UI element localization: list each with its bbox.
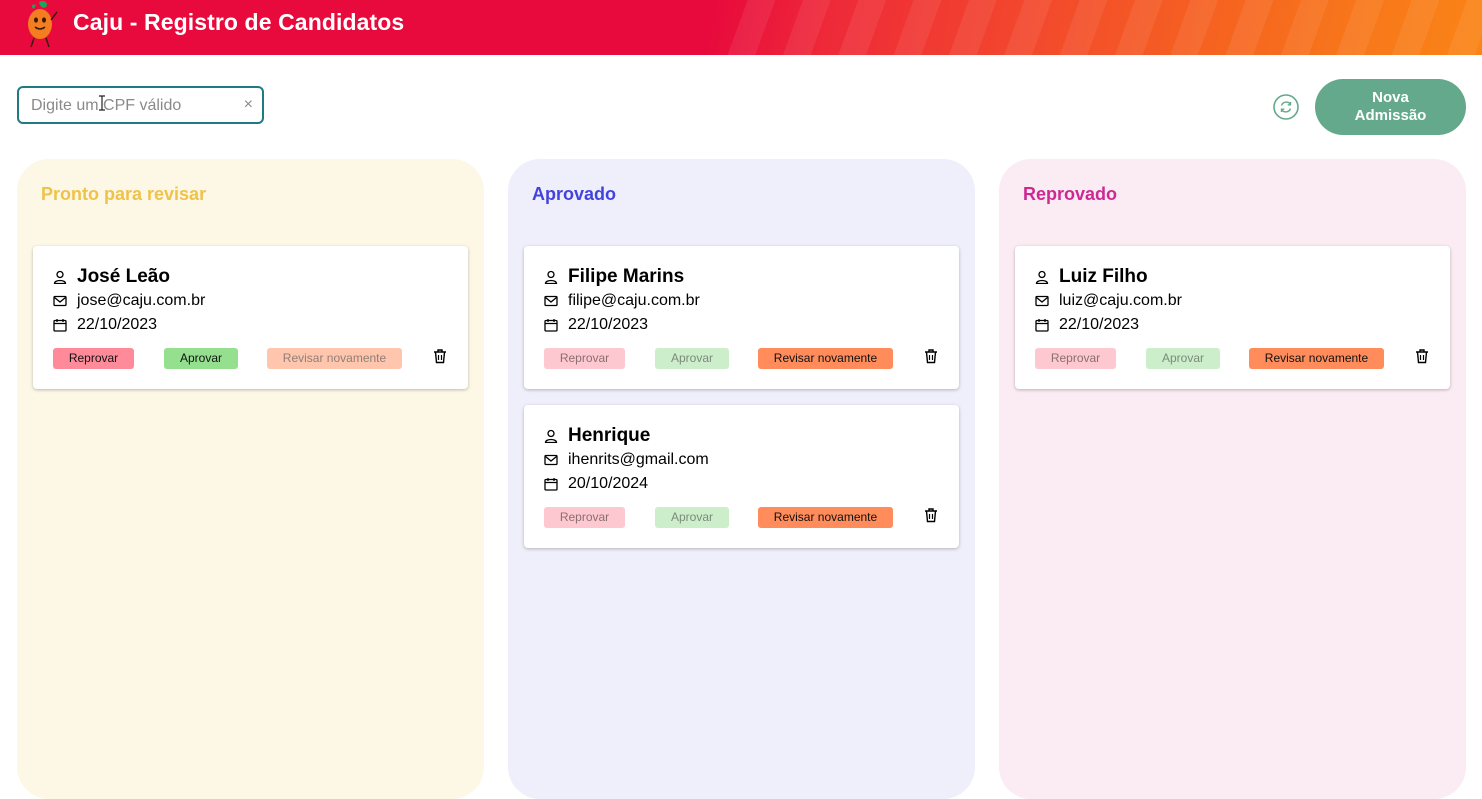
calendar-icon (1035, 319, 1049, 332)
candidate-date: 22/10/2023 (1059, 316, 1140, 333)
user-icon (1035, 270, 1049, 284)
candidate-email: jose@caju.com.br (77, 292, 206, 309)
candidate-date-row: 22/10/2023 (53, 316, 157, 334)
candidate-email: ihenrits@gmail.com (568, 451, 709, 468)
text-cursor-icon (99, 95, 105, 111)
user-icon (53, 270, 67, 284)
candidate-card: Luiz Filho luiz@caju.com.br 22/10/2023 R… (1015, 246, 1450, 389)
mail-icon (544, 454, 558, 466)
mail-icon (544, 295, 558, 307)
candidate-date-row: 22/10/2023 (1035, 316, 1139, 334)
candidate-date: 20/10/2024 (568, 475, 649, 492)
review-again-button[interactable]: Revisar novamente (758, 348, 893, 369)
column-title: Pronto para revisar (41, 184, 207, 204)
review-again-button[interactable]: Revisar novamente (758, 507, 893, 528)
candidate-email-row: luiz@caju.com.br (1035, 292, 1182, 310)
candidate-date: 22/10/2023 (568, 316, 649, 333)
clear-icon[interactable]: × (244, 95, 253, 115)
candidate-name-row: Luiz Filho (1035, 266, 1148, 288)
calendar-icon (544, 319, 558, 332)
candidate-name: Henrique (568, 425, 651, 446)
reject-button[interactable]: Reprovar (1035, 348, 1116, 369)
refresh-icon[interactable] (1273, 94, 1299, 120)
approve-button[interactable]: Aprovar (164, 348, 238, 369)
approve-button[interactable]: Aprovar (655, 348, 729, 369)
candidate-name: Filipe Marins (568, 266, 685, 287)
caju-mascot-icon (28, 0, 58, 48)
candidate-email-row: ihenrits@gmail.com (544, 451, 709, 469)
candidate-name: José Leão (77, 266, 170, 287)
candidate-card: José Leão jose@caju.com.br 22/10/2023 Re… (33, 246, 468, 389)
candidate-name: Luiz Filho (1059, 266, 1148, 287)
calendar-icon (544, 478, 558, 491)
candidate-date-row: 20/10/2024 (544, 475, 648, 493)
candidate-date: 22/10/2023 (77, 316, 158, 333)
review-again-button[interactable]: Revisar novamente (1249, 348, 1384, 369)
reject-button[interactable]: Reprovar (544, 348, 625, 369)
candidate-email: luiz@caju.com.br (1059, 292, 1182, 309)
user-icon (544, 270, 558, 284)
reject-button[interactable]: Reprovar (53, 348, 134, 369)
app-header: Caju - Registro de Candidatos (0, 0, 1482, 55)
column-ready-for-review: Pronto para revisar José Leão jose@caju.… (17, 159, 484, 799)
mail-icon (53, 295, 67, 307)
candidate-name-row: Henrique (544, 425, 650, 447)
calendar-icon (53, 319, 67, 332)
review-again-button[interactable]: Revisar novamente (267, 348, 402, 369)
new-admission-button[interactable]: Nova Admissão (1315, 79, 1466, 135)
candidate-name-row: Filipe Marins (544, 266, 684, 288)
cpf-search-field[interactable]: × (17, 86, 264, 124)
approve-button[interactable]: Aprovar (655, 507, 729, 528)
candidate-email-row: jose@caju.com.br (53, 292, 205, 310)
candidate-card: Filipe Marins filipe@caju.com.br 22/10/2… (524, 246, 959, 389)
user-icon (544, 429, 558, 443)
header-decoration (720, 0, 1482, 55)
reject-button[interactable]: Reprovar (544, 507, 625, 528)
approve-button[interactable]: Aprovar (1146, 348, 1220, 369)
column-title: Reprovado (1023, 184, 1118, 204)
candidate-email-row: filipe@caju.com.br (544, 292, 700, 310)
page-title: Caju - Registro de Candidatos (73, 9, 405, 35)
candidate-email: filipe@caju.com.br (568, 292, 700, 309)
trash-icon[interactable] (432, 348, 448, 364)
mail-icon (1035, 295, 1049, 307)
cpf-search-input[interactable] (31, 95, 231, 117)
trash-icon[interactable] (1414, 348, 1430, 364)
candidate-card: Henrique ihenrits@gmail.com 20/10/2024 R… (524, 405, 959, 548)
trash-icon[interactable] (923, 348, 939, 364)
trash-icon[interactable] (923, 507, 939, 523)
column-title: Aprovado (532, 184, 617, 204)
column-approved: Aprovado Filipe Marins filipe@caju.com.b… (508, 159, 975, 799)
candidate-name-row: José Leão (53, 266, 170, 288)
candidate-date-row: 22/10/2023 (544, 316, 648, 334)
column-rejected: Reprovado Luiz Filho luiz@caju.com.br 22… (999, 159, 1466, 799)
